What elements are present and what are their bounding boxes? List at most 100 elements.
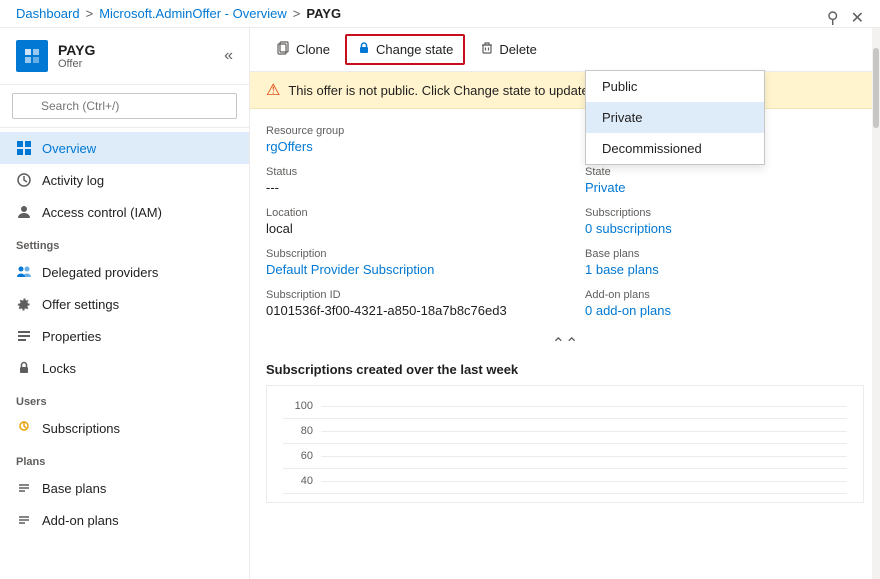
info-col-left: Resource group rgOffers Status --- Locat…	[266, 125, 545, 318]
warning-text: This offer is not public. Click Change s…	[288, 83, 592, 98]
sidebar-logo	[16, 40, 48, 72]
sidebar-search-area: 🔍	[0, 85, 249, 128]
chart-y-label-80: 80	[283, 425, 313, 437]
chart-y-label-40: 40	[283, 475, 313, 487]
delete-label: Delete	[499, 42, 537, 57]
collapse-arrows[interactable]: ⌃⌃	[266, 334, 864, 354]
sidebar-nav: Overview Activity log Access control (IA…	[0, 128, 249, 579]
sidebar-item-subscriptions[interactable]: Subscriptions	[0, 412, 249, 444]
subscription-label: Subscription	[266, 248, 545, 260]
change-state-button[interactable]: Change state	[345, 34, 465, 65]
info-addon-plans: Add-on plans 0 add-on plans	[585, 289, 864, 318]
chart-y-label-100: 100	[283, 400, 313, 412]
delegated-icon	[16, 264, 32, 280]
breadcrumb-sep-2: >	[293, 6, 301, 21]
content-body: Resource group rgOffers Status --- Locat…	[250, 109, 880, 579]
section-users-label: Users	[0, 384, 249, 412]
subscription-value[interactable]: Default Provider Subscription	[266, 262, 545, 277]
addon-plans-value[interactable]: 0 add-on plans	[585, 303, 864, 318]
iam-icon	[16, 204, 32, 220]
sidebar-item-subscriptions-label: Subscriptions	[42, 421, 120, 436]
subscription-id-label: Subscription ID	[266, 289, 545, 301]
base-plans-value[interactable]: 1 base plans	[585, 262, 864, 277]
sidebar-item-offer-settings[interactable]: Offer settings	[0, 288, 249, 320]
subscriptions-count-value[interactable]: 0 subscriptions	[585, 221, 864, 236]
search-input[interactable]	[12, 93, 237, 119]
subscriptions-icon	[16, 420, 32, 436]
info-subscriptions-count: Subscriptions 0 subscriptions	[585, 207, 864, 236]
cube-icon	[22, 46, 42, 66]
dropdown-item-public[interactable]: Public	[586, 71, 764, 102]
subscription-id-value: 0101536f-3f00-4321-a850-18a7b8c76ed3	[266, 303, 545, 318]
pin-button[interactable]: ⚲	[827, 8, 839, 28]
status-label: Status	[266, 166, 545, 178]
chart-rule-80	[321, 431, 847, 432]
sidebar-subtitle: Offer	[58, 58, 95, 70]
sidebar-item-base-plans-label: Base plans	[42, 481, 106, 496]
sidebar: PAYG Offer « 🔍 Overview	[0, 28, 250, 579]
change-state-icon	[357, 41, 371, 58]
addon-plans-label: Add-on plans	[585, 289, 864, 301]
properties-icon	[16, 328, 32, 344]
delete-icon	[480, 41, 494, 58]
change-state-label: Change state	[376, 42, 453, 57]
chart-container: 100 80 60 40	[266, 385, 864, 503]
info-status: Status ---	[266, 166, 545, 195]
sidebar-item-iam[interactable]: Access control (IAM)	[0, 196, 249, 228]
sidebar-collapse-button[interactable]: «	[224, 47, 233, 65]
info-grid: Resource group rgOffers Status --- Locat…	[266, 125, 864, 318]
state-label: State	[585, 166, 864, 178]
base-plans-label: Base plans	[585, 248, 864, 260]
info-location: Location local	[266, 207, 545, 236]
breadcrumb-overview[interactable]: Microsoft.AdminOffer - Overview	[99, 6, 287, 21]
overview-icon	[16, 140, 32, 156]
clone-icon	[277, 41, 291, 58]
chart-rule-100	[321, 406, 847, 407]
window-controls: ⚲ ✕	[827, 8, 864, 28]
sidebar-item-iam-label: Access control (IAM)	[42, 205, 162, 220]
sidebar-item-offer-settings-label: Offer settings	[42, 297, 119, 312]
sidebar-header-text: PAYG Offer	[58, 42, 95, 70]
sidebar-item-properties-label: Properties	[42, 329, 101, 344]
dropdown-item-decommissioned[interactable]: Decommissioned	[586, 133, 764, 164]
sidebar-item-activity-log[interactable]: Activity log	[0, 164, 249, 196]
info-resource-group: Resource group rgOffers	[266, 125, 545, 154]
sidebar-item-locks[interactable]: Locks	[0, 352, 249, 384]
location-label: Location	[266, 207, 545, 219]
warning-icon: ⚠	[266, 80, 280, 100]
breadcrumb-dashboard[interactable]: Dashboard	[16, 6, 80, 21]
sidebar-item-activity-log-label: Activity log	[42, 173, 104, 188]
activity-icon	[16, 172, 32, 188]
sidebar-item-addon-plans[interactable]: Add-on plans	[0, 504, 249, 536]
sidebar-item-addon-plans-label: Add-on plans	[42, 513, 119, 528]
section-plans-label: Plans	[0, 444, 249, 472]
location-value: local	[266, 221, 545, 236]
clone-button[interactable]: Clone	[266, 35, 341, 64]
close-button[interactable]: ✕	[851, 8, 864, 28]
section-settings-label: Settings	[0, 228, 249, 256]
chart-row-60: 60	[283, 444, 847, 469]
sidebar-item-locks-label: Locks	[42, 361, 76, 376]
toolbar: Clone Change state Delete	[250, 28, 880, 72]
sidebar-item-delegated-providers[interactable]: Delegated providers	[0, 256, 249, 288]
chart-title: Subscriptions created over the last week	[266, 362, 864, 377]
scroll-thumb[interactable]	[873, 48, 879, 128]
info-state: State Private	[585, 166, 864, 195]
dropdown-item-private[interactable]: Private	[586, 102, 764, 133]
chart-rule-40	[321, 481, 847, 482]
delete-button[interactable]: Delete	[469, 35, 548, 64]
settings-icon	[16, 296, 32, 312]
resource-group-value[interactable]: rgOffers	[266, 139, 545, 154]
sidebar-item-base-plans[interactable]: Base plans	[0, 472, 249, 504]
clone-label: Clone	[296, 42, 330, 57]
chart-row-40: 40	[283, 469, 847, 494]
sidebar-item-properties[interactable]: Properties	[0, 320, 249, 352]
resource-group-label: Resource group	[266, 125, 545, 137]
sidebar-item-overview[interactable]: Overview	[0, 132, 249, 164]
addon-plans-icon	[16, 512, 32, 528]
scrollbar[interactable]	[872, 28, 880, 579]
base-plans-icon	[16, 480, 32, 496]
chart-y-label-60: 60	[283, 450, 313, 462]
sidebar-header: PAYG Offer «	[0, 28, 249, 85]
state-value[interactable]: Private	[585, 180, 864, 195]
